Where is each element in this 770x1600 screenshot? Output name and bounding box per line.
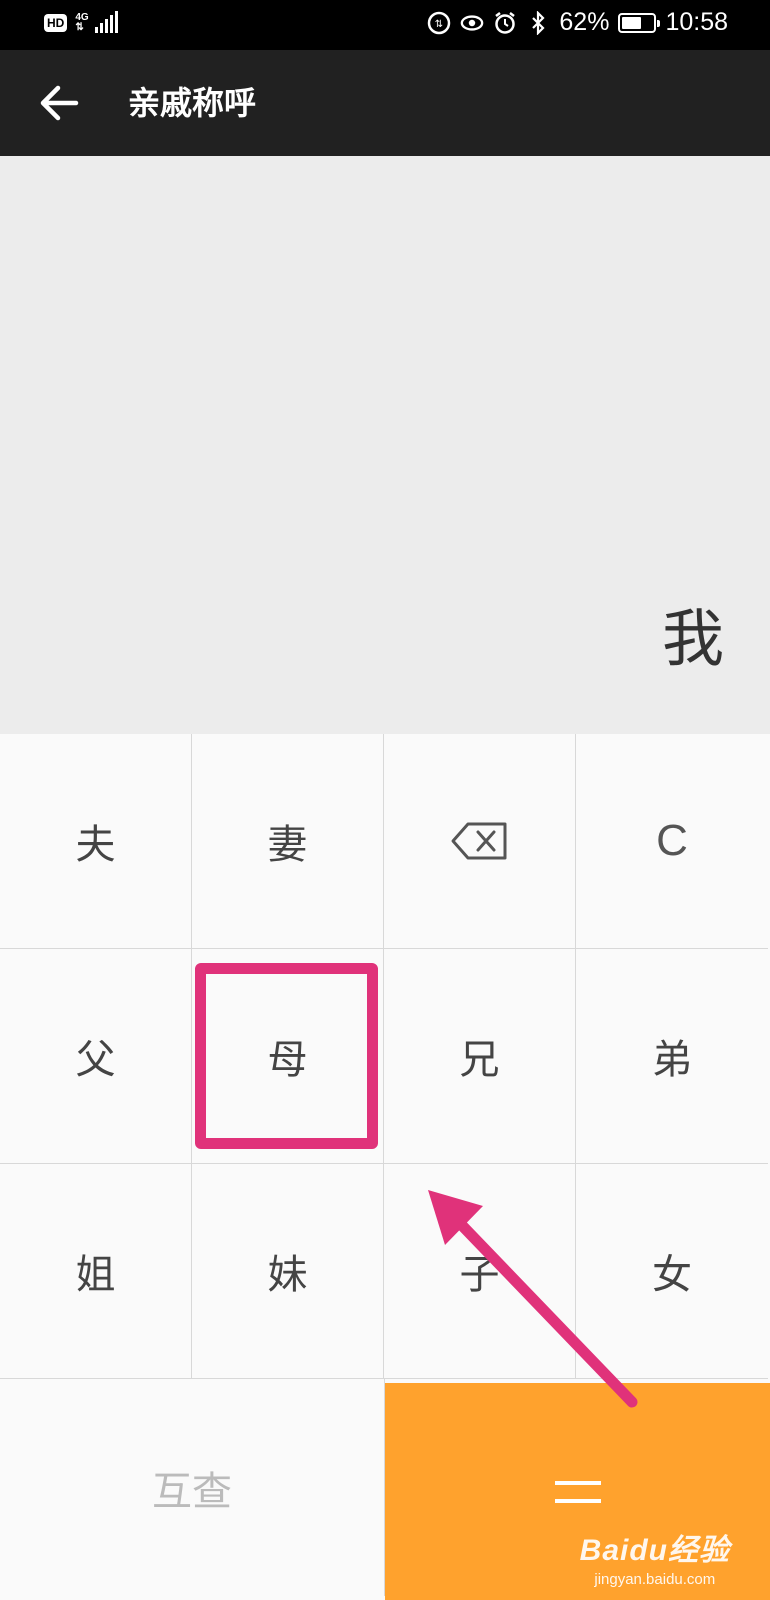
key-mother[interactable]: 母 (192, 949, 384, 1164)
clock: 10:58 (665, 8, 728, 36)
key-husband[interactable]: 夫 (0, 734, 192, 949)
alarm-icon (493, 11, 517, 35)
mutual-lookup-button[interactable]: 互查 (0, 1379, 385, 1596)
bluetooth-icon (526, 10, 550, 35)
key-older-brother[interactable]: 兄 (384, 949, 576, 1164)
result-display: 我 (0, 156, 770, 734)
equals-icon (554, 1480, 601, 1503)
battery-level (622, 16, 642, 29)
clear-button[interactable]: C (576, 734, 768, 949)
watermark: Baidu经验 jingyan.baidu.com (580, 1525, 730, 1588)
key-wife[interactable]: 妻 (192, 734, 384, 949)
status-right: ⇅ 62% 10:58 (427, 8, 728, 37)
eye-comfort-icon (460, 11, 484, 35)
signal-strength-icon (94, 11, 118, 33)
svg-text:⇅: ⇅ (435, 19, 443, 30)
key-father[interactable]: 父 (0, 949, 192, 1164)
app-header: 亲戚称呼 (0, 50, 770, 156)
data-saver-icon: ⇅ (427, 11, 451, 35)
battery-icon (618, 12, 661, 33)
result-text: 我 (661, 602, 724, 675)
watermark-url: jingyan.baidu.com (594, 1571, 716, 1588)
battery-percent: 62% (559, 8, 610, 36)
key-younger-sister[interactable]: 妹 (192, 1164, 384, 1379)
backspace-button[interactable] (384, 734, 576, 949)
network-indicator: 4G ⇅ (75, 11, 118, 33)
key-younger-brother[interactable]: 弟 (576, 949, 768, 1164)
status-bar: HD 4G ⇅ ⇅ 62% 10:58 (0, 0, 770, 50)
hd-badge: HD (44, 14, 68, 32)
watermark-logo: Baidu经验 (579, 1534, 730, 1567)
key-older-sister[interactable]: 姐 (0, 1164, 192, 1379)
network-activity: ⇅ (75, 22, 84, 33)
page-title: 亲戚称呼 (128, 84, 257, 122)
arrow-left-icon (40, 85, 79, 121)
status-left: HD 4G ⇅ (44, 11, 118, 33)
key-daughter[interactable]: 女 (576, 1164, 768, 1379)
key-son[interactable]: 子 (384, 1164, 576, 1379)
relation-keypad: 夫 妻 C 父 母 兄 弟 姐 妹 子 女 互查 (0, 734, 770, 1600)
backspace-icon (451, 822, 506, 860)
back-button[interactable] (36, 80, 82, 126)
